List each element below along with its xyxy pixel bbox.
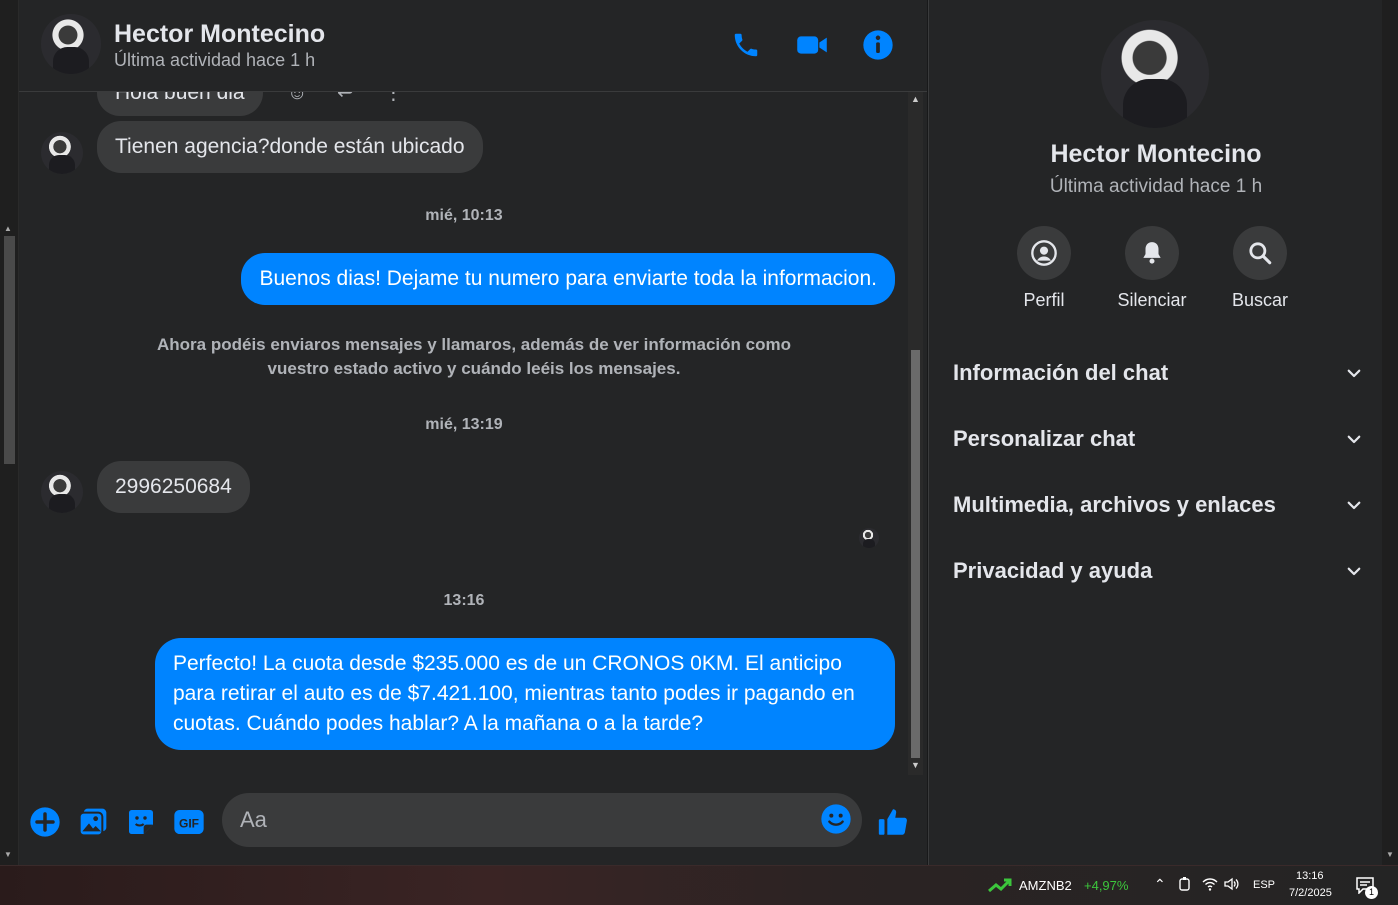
sticker-icon[interactable] — [124, 805, 158, 839]
contact-info-panel: Hector Montecino Última actividad hace 1… — [928, 0, 1382, 865]
clock-date[interactable]: 7/2/2025 — [1289, 887, 1332, 899]
info-icon[interactable] — [861, 28, 895, 62]
section-privacy-help[interactable]: Privacidad y ayuda — [953, 551, 1363, 591]
profile-icon[interactable] — [1017, 226, 1071, 280]
scroll-up-arrow[interactable]: ▲ — [4, 224, 12, 233]
bell-icon[interactable] — [1125, 226, 1179, 280]
language-indicator[interactable]: ESP — [1253, 879, 1275, 891]
scroll-down-arrow[interactable]: ▼ — [911, 760, 920, 770]
contact-avatar[interactable] — [41, 14, 101, 74]
reply-icon[interactable]: ↩ — [337, 92, 354, 104]
panel-contact-name: Hector Montecino — [1050, 140, 1262, 168]
timestamp: 13:16 — [443, 592, 485, 609]
message-bubble-incoming[interactable]: 2996250684 — [97, 461, 250, 513]
profile-label: Perfil — [1023, 290, 1065, 310]
message-list[interactable]: Hola buen dia ☺ ↩ ⋮ Tienen agencia?donde… — [19, 92, 909, 782]
scroll-down-arrow[interactable]: ▼ — [1386, 850, 1394, 859]
read-receipt-avatar — [859, 528, 879, 548]
wifi-icon[interactable] — [1202, 877, 1218, 894]
section-label: Personalizar chat — [953, 426, 1136, 451]
mute-button[interactable]: Silenciar — [1107, 226, 1197, 311]
chevron-down-icon — [1347, 501, 1361, 510]
svg-text:GIF: GIF — [179, 816, 199, 830]
windows-taskbar: AMZNB2 +4,97% ⌃ ESP 13:16 7/2/2025 1 — [0, 865, 1398, 905]
message-input-box[interactable] — [222, 793, 862, 847]
section-label: Privacidad y ayuda — [953, 558, 1153, 583]
contact-status: Última actividad hace 1 h — [114, 50, 316, 70]
scroll-down-arrow[interactable]: ▼ — [4, 850, 12, 859]
stock-ticker[interactable]: AMZNB2 — [1019, 878, 1072, 893]
stock-trend-icon[interactable] — [988, 877, 1012, 898]
clock-time[interactable]: 13:16 — [1296, 870, 1324, 882]
react-icon[interactable]: ☺ — [287, 92, 307, 104]
left-scrollbar[interactable]: ▲ ▼ — [0, 0, 19, 865]
section-label: Información del chat — [953, 360, 1169, 385]
chevron-down-icon — [1347, 435, 1361, 444]
thumbs-up-icon[interactable] — [876, 805, 910, 839]
panel-avatar[interactable] — [1101, 20, 1209, 128]
section-customize-chat[interactable]: Personalizar chat — [953, 419, 1363, 459]
chevron-down-icon — [1347, 369, 1361, 378]
section-chat-info[interactable]: Información del chat — [953, 353, 1363, 393]
tray-app-icon[interactable] — [1178, 876, 1192, 895]
chat-notice: Ahora podéis enviaros mensajes y llamaro… — [157, 335, 791, 378]
message-avatar — [41, 132, 83, 174]
scroll-thumb[interactable] — [4, 236, 15, 464]
phone-call-icon[interactable] — [729, 28, 763, 62]
message-bubble-partial[interactable]: Hola buen dia — [97, 92, 263, 116]
right-scrollbar[interactable]: ▼ — [1382, 0, 1398, 865]
message-input[interactable] — [240, 806, 800, 834]
search-icon[interactable] — [1233, 226, 1287, 280]
notification-count-badge: 1 — [1365, 886, 1378, 899]
more-icon[interactable]: ⋮ — [383, 92, 403, 104]
message-bubble-incoming[interactable]: Tienen agencia?donde están ubicado — [97, 121, 483, 173]
chevron-down-icon — [1347, 567, 1361, 576]
photo-icon[interactable] — [76, 805, 110, 839]
messenger-app: ▲ ▼ Hector Montecino Última actividad ha… — [0, 0, 1398, 865]
stock-change: +4,97% — [1084, 878, 1129, 893]
video-call-icon[interactable] — [795, 28, 829, 62]
gif-icon[interactable]: GIF — [172, 805, 206, 839]
message-bubble-outgoing[interactable]: Buenos dias! Dejame tu numero para envia… — [241, 253, 895, 305]
chat-pane: Hector Montecino Última actividad hace 1… — [19, 0, 927, 865]
message-bubble-outgoing[interactable]: Perfecto! La cuota desde $235.000 es de … — [155, 638, 895, 750]
contact-name[interactable]: Hector Montecino — [114, 20, 325, 49]
search-label: Buscar — [1231, 290, 1289, 310]
search-button[interactable]: Buscar — [1215, 226, 1305, 311]
profile-button[interactable]: Perfil — [999, 226, 1089, 311]
section-label: Multimedia, archivos y enlaces — [953, 492, 1276, 517]
timestamp: mié, 10:13 — [425, 207, 503, 224]
emoji-icon[interactable] — [820, 803, 852, 840]
more-actions-icon[interactable] — [28, 805, 62, 839]
volume-icon[interactable] — [1224, 877, 1240, 894]
mute-label: Silenciar — [1117, 290, 1187, 310]
section-media-files-links[interactable]: Multimedia, archivos y enlaces — [953, 485, 1363, 525]
panel-contact-status: Última actividad hace 1 h — [1049, 176, 1263, 197]
chat-scrollbar[interactable]: ▲ ▼ — [908, 92, 923, 775]
message-actions[interactable]: ☺ ↩ ⋮ — [287, 92, 403, 105]
tray-expand-icon[interactable]: ⌃ — [1154, 876, 1166, 893]
scroll-up-arrow[interactable]: ▲ — [911, 94, 920, 104]
scroll-thumb[interactable] — [911, 350, 920, 758]
composer: GIF — [19, 782, 927, 865]
timestamp: mié, 13:19 — [425, 416, 503, 433]
message-avatar — [41, 471, 83, 513]
chat-header: Hector Montecino Última actividad hace 1… — [19, 0, 927, 92]
